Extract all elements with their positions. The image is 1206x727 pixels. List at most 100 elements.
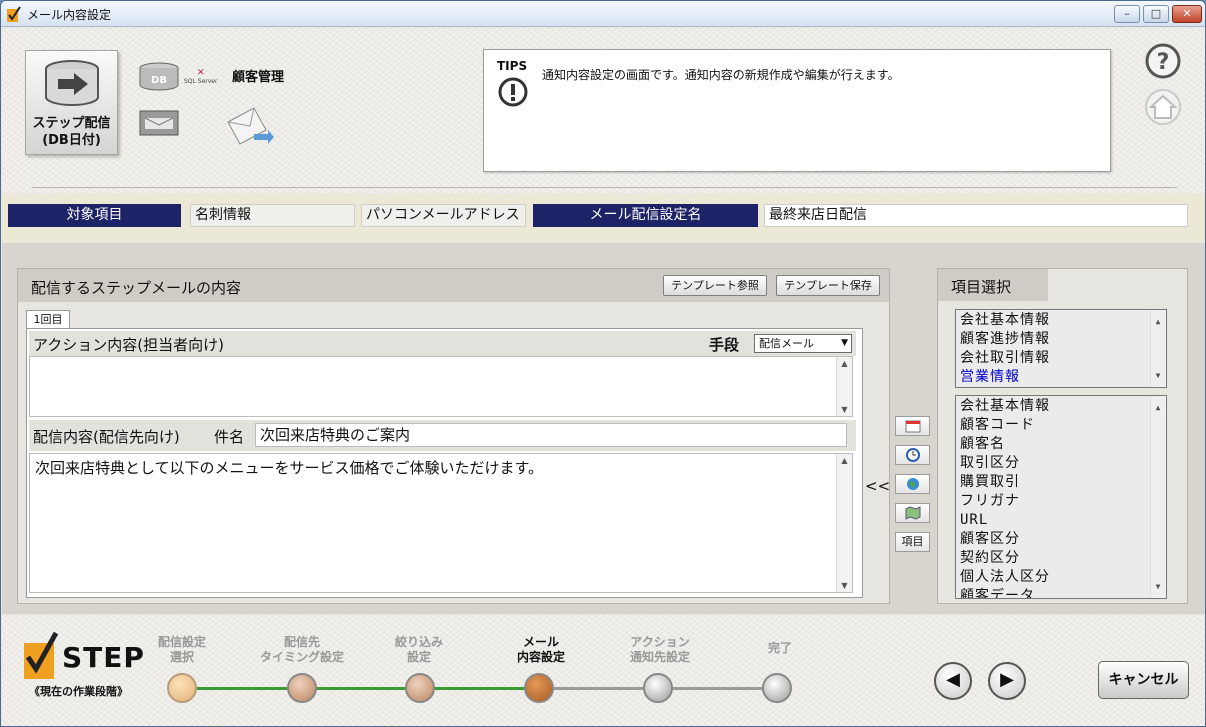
app-check-icon [7, 6, 21, 22]
field-item[interactable]: フリガナ [960, 492, 1162, 511]
globe-insert-button[interactable] [895, 474, 930, 494]
method-select-value: 配信メール [759, 337, 814, 350]
step-circle-6 [762, 673, 792, 703]
action-header: アクション内容(担当者向け) 手段 配信メール ▼ [29, 331, 856, 356]
calendar-insert-button[interactable] [895, 416, 930, 436]
category-item[interactable]: 顧客進捗情報 [960, 330, 1162, 349]
step-circle-4-current [524, 673, 554, 703]
step-mail-title: 配信するステップメールの内容 [31, 279, 242, 297]
tab-round-1[interactable]: 1回目 [26, 310, 70, 329]
target-row: 対象項目 名刺情報 パソコンメールアドレス メール配信設定名 最終来店日配信 [2, 194, 1205, 242]
step-delivery-line1: ステップ配信 [32, 116, 111, 131]
category-item[interactable]: 会社取引情報 [960, 349, 1162, 368]
body-scrollbar[interactable]: ▲ ▼ [836, 454, 852, 592]
main-area: 配信するステップメールの内容 テンプレート参照 テンプレート保存 1回目 アクシ… [2, 243, 1205, 614]
close-button[interactable]: ✕ [1172, 5, 1202, 23]
insert-chevron-button[interactable]: << [865, 477, 890, 495]
delivery-content-label: 配信内容(配信先向け) [33, 428, 180, 446]
cancel-button[interactable]: キャンセル [1098, 661, 1189, 699]
previous-step-button[interactable]: ◀ [934, 662, 972, 700]
field-item[interactable]: 会社基本情報 [960, 397, 1162, 416]
field-item[interactable]: 取引区分 [960, 454, 1162, 473]
svg-text:?: ? [1157, 50, 1170, 75]
header-separator [32, 187, 1177, 188]
minimize-button[interactable]: – [1114, 5, 1140, 23]
help-icon[interactable]: ? [1145, 43, 1181, 79]
step-circle-1 [167, 673, 197, 703]
send-mail-icon [227, 107, 274, 145]
item-insert-button[interactable]: 項目 [895, 532, 930, 552]
action-content-textarea[interactable]: ▲ ▼ [29, 356, 853, 417]
step-delivery-line2: (DB日付) [42, 133, 101, 148]
current-step-caption: 《現在の作業段階》 [29, 685, 128, 698]
category-item-selected[interactable]: 営業情報 [960, 368, 1162, 387]
title-bar: メール内容設定 – □ ✕ [1, 1, 1205, 27]
arrow-left-icon: ◀ [946, 669, 960, 690]
mail-body-textarea[interactable]: 次回来店特典として以下のメニューをサービス価格でご体験いただけます。 ▲ ▼ [29, 453, 853, 593]
field-item[interactable]: 契約区分 [960, 549, 1162, 568]
tips-label: TIPS [497, 59, 528, 73]
template-reference-button[interactable]: テンプレート参照 [663, 275, 767, 296]
subject-input[interactable]: 次回来店特典のご案内 [255, 423, 847, 447]
step-check-icon [24, 631, 59, 679]
step-content-box: アクション内容(担当者向け) 手段 配信メール ▼ ▲ ▼ 配信内容(配信先向け)… [26, 328, 863, 598]
window-title: メール内容設定 [27, 8, 112, 22]
field-list[interactable]: 会社基本情報 顧客コード 顧客名 取引区分 購買取引 フリガナ URL 顧客区分… [955, 395, 1167, 599]
field-item[interactable]: URL [960, 511, 1162, 530]
tips-panel: TIPS 通知内容設定の画面です。通知内容の新規作成や編集が行えます。 [483, 49, 1111, 172]
action-content-label: アクション内容(担当者向け) [33, 336, 224, 354]
customer-management-label: 顧客管理 [232, 70, 285, 85]
field-item[interactable]: 顧客コード [960, 416, 1162, 435]
target-address-value: パソコンメールアドレス [361, 204, 526, 227]
arrow-right-icon: ▶ [1000, 669, 1014, 690]
step-logo-text: STEP [62, 641, 145, 674]
dropdown-arrow-icon: ▼ [841, 338, 848, 348]
header-panel: ステップ配信 (DB日付) DB ✕ SQL Server 顧客管理 TIPS [2, 28, 1205, 193]
item-select-title: 項目選択 [938, 269, 1048, 301]
exclamation-icon [498, 77, 528, 107]
category-item[interactable]: 会社基本情報 [960, 311, 1162, 330]
field-item[interactable]: 購買取引 [960, 473, 1162, 492]
step-label-4-current: メール 内容設定 [516, 635, 565, 664]
subject-label: 件名 [214, 428, 245, 446]
step-label-3: 絞り込み 設定 [394, 635, 443, 664]
mail-setting-name-value[interactable]: 最終来店日配信 [764, 204, 1188, 227]
clock-icon [905, 448, 920, 462]
home-icon[interactable] [1144, 88, 1182, 126]
db-arrow-icon [45, 60, 99, 106]
mail-setting-name-label: メール配信設定名 [533, 204, 758, 227]
method-select[interactable]: 配信メール ▼ [754, 334, 852, 353]
action-scrollbar[interactable]: ▲ ▼ [836, 357, 852, 416]
method-label: 手段 [709, 336, 740, 354]
globe-icon [906, 478, 919, 490]
envelope-icon [139, 110, 179, 136]
next-step-button[interactable]: ▶ [988, 662, 1026, 700]
step-label-1: 配信設定 選択 [157, 635, 206, 664]
map-icon [905, 506, 920, 520]
field-item[interactable]: 顧客データ [960, 587, 1162, 598]
sqlserver-text: SQL Server [184, 78, 218, 85]
calendar-icon [905, 420, 920, 433]
target-item-label: 対象項目 [8, 204, 181, 227]
tips-text: 通知内容設定の画面です。通知内容の新規作成や編集が行えます。 [542, 68, 900, 82]
field-item[interactable]: 顧客名 [960, 435, 1162, 454]
field-item[interactable]: 顧客区分 [960, 530, 1162, 549]
field-scrollbar[interactable]: ▲ ▼ [1150, 396, 1166, 598]
category-scrollbar[interactable]: ▲ ▼ [1150, 310, 1166, 387]
map-insert-button[interactable] [895, 503, 930, 523]
step-circle-2 [287, 673, 317, 703]
step-circle-3 [405, 673, 435, 703]
template-save-button[interactable]: テンプレート保存 [776, 275, 880, 296]
db-text: DB [151, 75, 167, 86]
clock-insert-button[interactable] [895, 445, 930, 465]
step-delivery-button[interactable]: ステップ配信 (DB日付) [25, 50, 118, 155]
category-list[interactable]: 会社基本情報 顧客進捗情報 会社取引情報 営業情報 ▲ ▼ [955, 309, 1167, 388]
item-select-panel: 項目選択 会社基本情報 顧客進捗情報 会社取引情報 営業情報 ▲ ▼ 会社基本情報… [937, 268, 1188, 604]
database-icon: DB [139, 62, 179, 91]
maximize-button[interactable]: □ [1143, 5, 1169, 23]
progress-line-done [197, 687, 542, 690]
step-progress-bar: STEP 《現在の作業段階》 配信設定 選択 配信先 タイミング設定 絞り込み 設定 … [2, 615, 1205, 726]
field-item[interactable]: 個人法人区分 [960, 568, 1162, 587]
step-label-2: 配信先 タイミング設定 [259, 635, 344, 664]
step-circle-5 [643, 673, 673, 703]
